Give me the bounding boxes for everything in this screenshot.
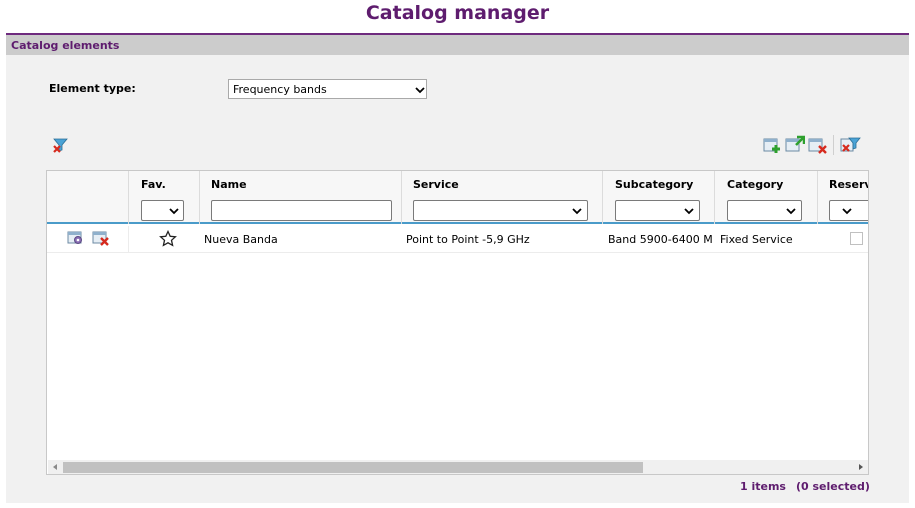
page-title: Catalog manager	[365, 2, 550, 24]
column-separator	[817, 171, 818, 224]
remove-filters-icon[interactable]	[840, 136, 861, 154]
column-separator	[602, 171, 603, 224]
fav-filter-select[interactable]	[141, 200, 184, 221]
row-service: Point to Point -5,9 GHz	[406, 233, 530, 246]
table-row[interactable]: Nueva Banda Point to Point -5,9 GHz Band…	[47, 226, 868, 253]
column-header-service[interactable]: Service	[413, 178, 459, 191]
column-header-category[interactable]: Category	[727, 178, 783, 191]
reserved-filter-select[interactable]	[829, 200, 868, 221]
row-name: Nueva Banda	[204, 233, 278, 246]
delete-element-icon[interactable]	[92, 230, 110, 246]
column-header-fav[interactable]: Fav.	[141, 178, 166, 191]
scroll-left-icon[interactable]	[51, 463, 59, 471]
chevron-down-icon	[415, 87, 425, 94]
column-separator	[401, 171, 402, 224]
scrollbar-thumb[interactable]	[63, 462, 643, 473]
category-filter-select[interactable]	[727, 200, 802, 221]
column-header-subcategory[interactable]: Subcategory	[615, 178, 693, 191]
column-separator	[128, 226, 129, 252]
row-subcategory: Band 5900-6400 M	[608, 233, 713, 246]
service-filter-select[interactable]	[413, 200, 588, 221]
panel-header: Catalog elements	[6, 33, 909, 55]
element-type-label: Element type:	[49, 82, 136, 95]
clear-filter-icon[interactable]	[52, 137, 69, 154]
toolbar-divider	[833, 135, 834, 155]
chevron-down-icon	[786, 208, 796, 215]
catalog-grid: Fav. Name Service Subcategory Category R…	[46, 170, 869, 475]
column-separator	[199, 171, 200, 224]
element-type-value: Frequency bands	[233, 83, 327, 96]
panel-title: Catalog elements	[11, 39, 120, 52]
name-filter-input[interactable]	[211, 200, 392, 221]
scroll-right-icon[interactable]	[857, 463, 865, 471]
horizontal-scrollbar[interactable]	[48, 460, 868, 474]
chevron-down-icon	[169, 208, 179, 215]
element-type-select[interactable]: Frequency bands	[228, 79, 427, 99]
delete-selected-icon[interactable]	[808, 136, 828, 154]
items-count: 1 items	[740, 480, 786, 493]
column-separator	[714, 171, 715, 224]
chevron-down-icon	[842, 208, 852, 215]
selected-count: (0 selected)	[796, 480, 870, 493]
column-separator	[128, 171, 129, 224]
column-header-name[interactable]: Name	[211, 178, 247, 191]
row-category: Fixed Service	[720, 233, 793, 246]
star-icon[interactable]	[159, 230, 177, 247]
chevron-down-icon	[684, 208, 694, 215]
column-header-reserved[interactable]: Reserv	[829, 178, 868, 191]
subcategory-filter-select[interactable]	[615, 200, 700, 221]
edit-element-icon[interactable]	[67, 230, 84, 245]
chevron-down-icon	[572, 208, 582, 215]
import-element-icon[interactable]	[785, 135, 805, 154]
add-element-icon[interactable]	[763, 136, 781, 154]
reserved-checkbox[interactable]	[850, 232, 863, 245]
